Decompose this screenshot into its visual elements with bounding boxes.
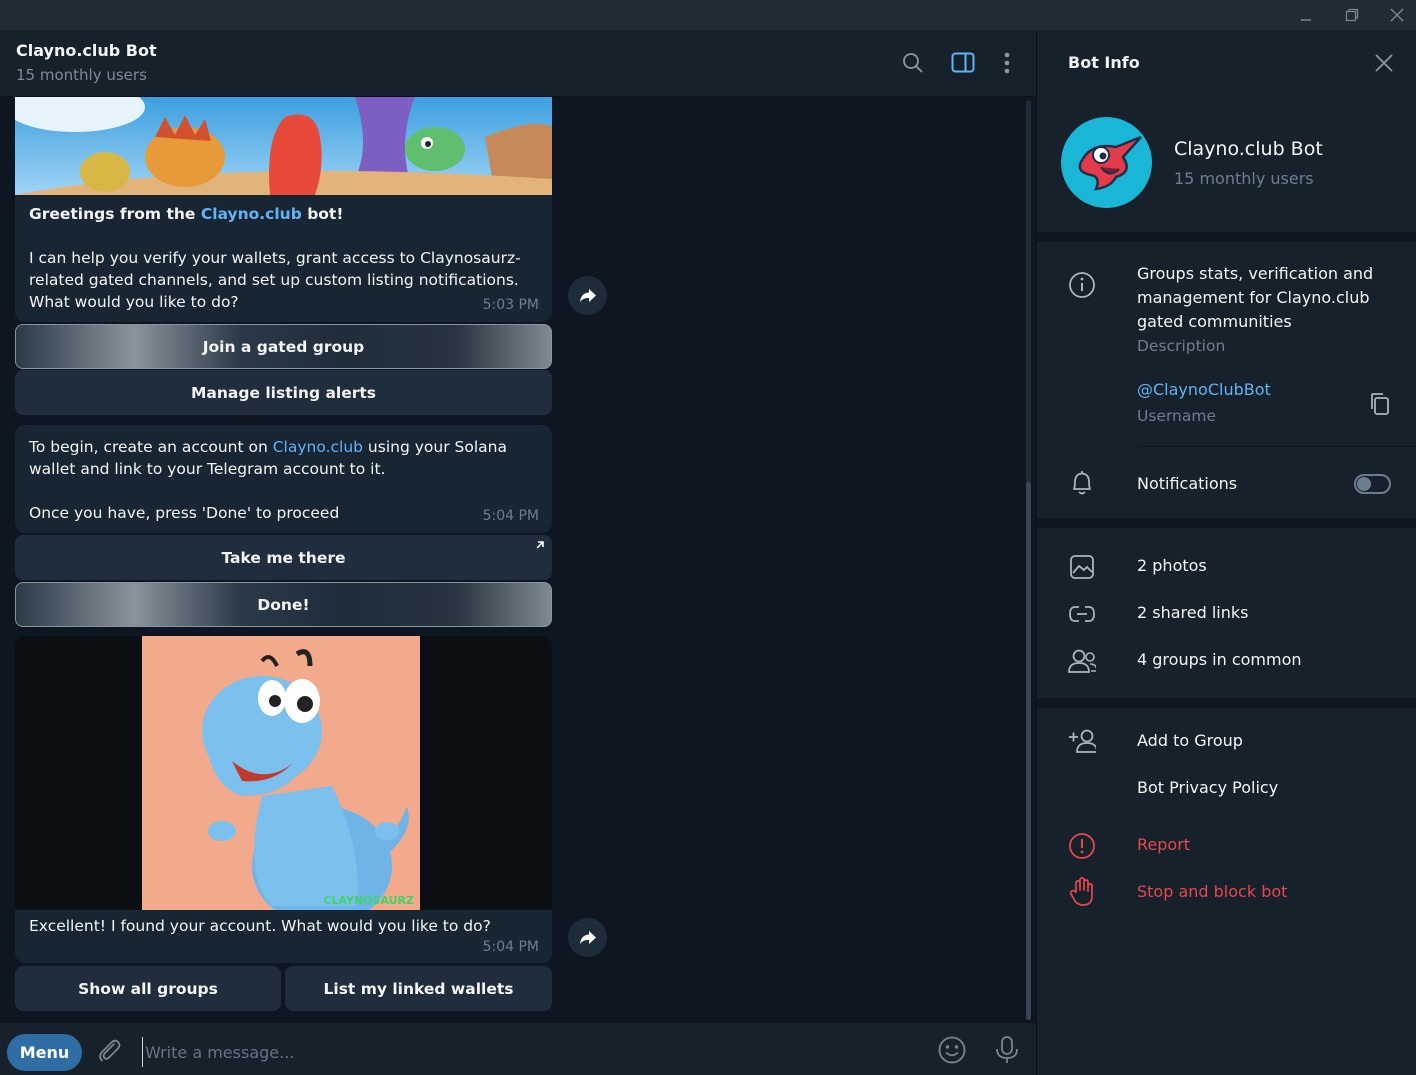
privacy-policy-link[interactable]: Bot Privacy Policy [1137, 778, 1278, 797]
emoji-icon[interactable] [937, 1035, 967, 1069]
shared-links[interactable]: 2 shared links [1137, 603, 1249, 622]
done-button[interactable]: Done! [15, 582, 552, 627]
show-all-groups-button[interactable]: Show all groups [15, 966, 281, 1011]
message-list[interactable]: Greetings from the Clayno.club bot! I ca… [0, 97, 1036, 1023]
chat-header[interactable]: Clayno.club Bot 15 monthly users [0, 30, 1036, 97]
username-label: Username [1137, 407, 1217, 425]
message-composer: Menu [0, 1023, 1036, 1075]
bell-icon [1068, 469, 1096, 497]
list-linked-wallets-button[interactable]: List my linked wallets [285, 966, 552, 1011]
message-time: 5:03 PM [482, 297, 539, 313]
notifications-label: Notifications [1137, 474, 1238, 493]
bot-name: Clayno.club Bot [1174, 138, 1323, 160]
button-label: Take me there [221, 548, 346, 567]
photo-frame: CLAYNOSAURZ [15, 636, 552, 910]
info-icon [1068, 271, 1096, 299]
toggle-knob [1357, 477, 1371, 491]
more-menu-icon[interactable] [994, 50, 1020, 76]
join-gated-group-button[interactable]: Join a gated group [15, 324, 552, 369]
watermark-text: CLAYNOSAURZ [323, 894, 414, 907]
external-link-icon [536, 541, 544, 549]
shared-photos[interactable]: 2 photos [1137, 556, 1207, 575]
report-icon [1068, 832, 1096, 860]
bot-subtitle: 15 monthly users [1174, 169, 1314, 188]
scrollbar-thumb[interactable] [1026, 482, 1031, 1020]
message-bubble: To begin, create an account on Clayno.cl… [15, 425, 552, 533]
add-to-group-button[interactable]: Add to Group [1137, 731, 1243, 750]
close-icon[interactable] [1374, 0, 1416, 30]
chat-subtitle: 15 monthly users [16, 66, 147, 84]
take-me-there-button[interactable]: Take me there [15, 535, 552, 580]
add-user-icon [1068, 727, 1096, 755]
row-divider [1137, 446, 1416, 447]
forward-button[interactable] [568, 918, 607, 957]
section-divider [1037, 518, 1416, 528]
notifications-toggle[interactable] [1354, 474, 1391, 494]
message-input[interactable] [142, 1037, 902, 1067]
restore-icon[interactable] [1329, 0, 1375, 30]
forward-icon [579, 930, 596, 944]
block-hand-icon [1068, 877, 1096, 906]
scrollbar[interactable] [1026, 100, 1031, 1020]
message-text: I can help you verify your wallets, gran… [29, 249, 521, 311]
message-text-part: To begin, create an account on [29, 438, 273, 456]
forward-button[interactable] [568, 276, 607, 315]
bot-username[interactable]: @ClaynoClubBot [1137, 380, 1271, 399]
bot-description: Groups stats, verification and managemen… [1137, 264, 1374, 331]
message-bubble: Greetings from the Clayno.club bot! I ca… [15, 97, 552, 322]
message-greeting: Greetings from the Clayno.club bot! [15, 203, 357, 225]
message-text: Once you have, press 'Done' to proceed [29, 504, 340, 522]
bot-info-panel: Bot Info Clayno.club Bot 15 monthly user… [1036, 30, 1416, 1075]
description-label: Description [1137, 337, 1226, 355]
photo-icon [1068, 553, 1096, 581]
copy-icon[interactable] [1369, 392, 1391, 420]
section-divider [1037, 698, 1416, 708]
window-title-bar [0, 0, 1416, 30]
minimize-icon[interactable] [1283, 0, 1329, 30]
microphone-icon[interactable] [994, 1035, 1020, 1069]
close-panel-icon[interactable] [1374, 53, 1394, 77]
panel-title: Bot Info [1068, 53, 1140, 72]
groups-icon [1068, 647, 1096, 675]
groups-in-common[interactable]: 4 groups in common [1137, 650, 1302, 669]
message-text: Excellent! I found your account. What wo… [29, 917, 491, 935]
chat-title: Clayno.club Bot [16, 41, 157, 60]
clayno-link[interactable]: Clayno.club [273, 438, 363, 456]
dino-image[interactable]: CLAYNOSAURZ [142, 636, 420, 910]
bot-menu-button[interactable]: Menu [7, 1034, 82, 1071]
greeting-text-end: bot! [301, 205, 344, 223]
message-time: 5:04 PM [482, 939, 539, 955]
chat-area: Clayno.club Bot 15 monthly users Greetin… [0, 30, 1036, 1075]
search-icon[interactable] [900, 50, 926, 76]
manage-listing-alerts-button[interactable]: Manage listing alerts [15, 370, 552, 415]
section-divider [1037, 232, 1416, 242]
clayno-link[interactable]: Clayno.club [201, 205, 302, 223]
message-text: To begin, create an account on Clayno.cl… [15, 436, 552, 480]
attach-icon[interactable] [95, 1036, 123, 1068]
stop-block-bot-button[interactable]: Stop and block bot [1137, 882, 1287, 901]
sidebar-toggle-icon[interactable] [950, 50, 976, 76]
greeting-text: Greetings from the [29, 205, 201, 223]
report-button[interactable]: Report [1137, 835, 1190, 854]
message-time: 5:04 PM [482, 508, 539, 524]
link-icon [1068, 600, 1096, 628]
forward-icon [579, 288, 596, 302]
banner-image [15, 97, 552, 195]
message-bubble: CLAYNOSAURZ Excellent! I found your acco… [15, 636, 552, 963]
avatar[interactable] [1061, 117, 1152, 208]
